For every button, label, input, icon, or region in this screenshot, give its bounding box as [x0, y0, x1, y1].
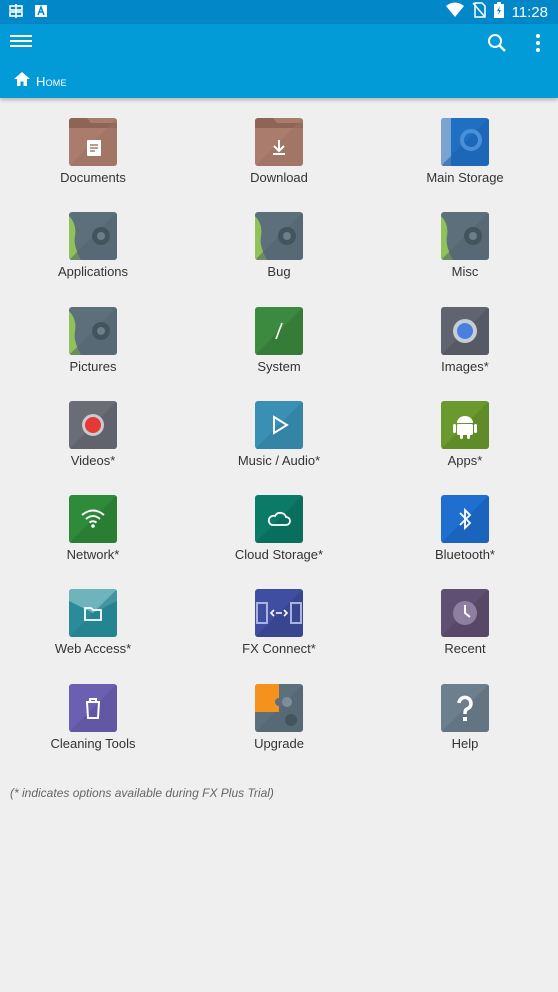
system-icon	[255, 306, 303, 355]
tile-label: Pictures	[69, 358, 117, 374]
tile-label: Images*	[441, 358, 489, 374]
pictures-icon	[69, 306, 117, 355]
tile-label: Main Storage	[426, 170, 504, 185]
tile-label: Help	[451, 735, 479, 751]
tile-label: Cleaning Tools	[50, 735, 136, 751]
tile-label: System	[257, 358, 301, 374]
tile-label: Apps*	[447, 452, 483, 468]
recent-clock-icon	[441, 589, 489, 638]
trash-icon	[69, 683, 117, 732]
cloud-storage-icon	[255, 495, 303, 544]
tile-videos[interactable]: Videos*	[0, 381, 186, 475]
search-icon[interactable]	[486, 32, 508, 54]
main-storage-icon	[441, 118, 489, 166]
help-icon	[441, 683, 489, 732]
network-wifi-icon	[69, 495, 117, 544]
bug-icon	[255, 212, 303, 261]
status-time: 11:28	[511, 3, 548, 21]
upgrade-puzzle-icon	[255, 683, 303, 732]
videos-icon	[69, 400, 117, 449]
status-left	[8, 3, 48, 24]
bluetooth-icon	[441, 495, 489, 544]
download-folder-icon	[255, 118, 303, 166]
applications-icon	[69, 212, 117, 261]
tile-music-audio[interactable]: Music / Audio*	[186, 381, 372, 475]
tile-fx-connect[interactable]: FX Connect*	[186, 569, 372, 663]
documents-folder-icon	[69, 118, 117, 166]
tile-label: Web Access*	[54, 641, 132, 657]
music-audio-icon	[255, 400, 303, 449]
tile-label: Music / Audio*	[237, 452, 321, 468]
tile-label: Download	[250, 170, 308, 185]
more-options-icon[interactable]	[532, 32, 544, 54]
tile-network[interactable]: Network*	[0, 475, 186, 569]
menu-icon[interactable]	[10, 32, 32, 54]
tile-cloud-storage[interactable]: Cloud Storage*	[186, 475, 372, 569]
apps-android-icon	[441, 400, 489, 449]
notification-a-icon	[34, 4, 48, 23]
tile-label: Upgrade	[254, 735, 304, 751]
app-bar: Home	[0, 24, 558, 98]
tile-pictures[interactable]: Pictures	[0, 287, 186, 381]
trial-footnote: (* indicates options available during FX…	[10, 786, 274, 800]
tile-label: FX Connect*	[242, 641, 316, 657]
tile-help[interactable]: Help	[372, 664, 558, 758]
status-bar: 11:28	[0, 0, 558, 24]
tile-upgrade[interactable]: Upgrade	[186, 664, 372, 758]
status-right: 11:28	[445, 2, 548, 22]
tile-label: Applications	[57, 264, 129, 280]
breadcrumb-home[interactable]: Home	[14, 72, 67, 91]
tile-documents[interactable]: Documents	[0, 98, 186, 192]
tile-label: Network*	[66, 547, 120, 563]
wifi-icon	[445, 2, 464, 22]
tile-bug[interactable]: Bug	[186, 192, 372, 286]
battery-icon	[493, 2, 504, 22]
tile-web-access[interactable]: Web Access*	[0, 569, 186, 663]
tile-images[interactable]: Images*	[372, 287, 558, 381]
tile-label: Bluetooth*	[435, 547, 495, 563]
tile-misc[interactable]: Misc	[372, 192, 558, 286]
breadcrumb-label: Home	[36, 74, 67, 89]
tile-system[interactable]: System	[186, 287, 372, 381]
tile-recent[interactable]: Recent	[372, 569, 558, 663]
web-access-icon	[69, 589, 117, 638]
images-icon	[441, 306, 489, 355]
tile-label: Misc	[451, 264, 479, 280]
notification-app-icon	[8, 3, 24, 24]
tile-label: Cloud Storage*	[234, 547, 324, 563]
misc-icon	[441, 212, 489, 261]
tile-cleaning-tools[interactable]: Cleaning Tools	[0, 664, 186, 758]
home-icon	[14, 72, 30, 91]
tile-applications[interactable]: Applications	[0, 192, 186, 286]
fx-connect-icon	[255, 589, 303, 638]
tile-main-storage[interactable]: Main Storage	[372, 98, 558, 192]
tile-label: Recent	[444, 641, 486, 657]
tile-label: Documents	[60, 170, 126, 185]
tile-apps[interactable]: Apps*	[372, 381, 558, 475]
tile-bluetooth[interactable]: Bluetooth*	[372, 475, 558, 569]
location-grid: Documents Download Main Storage Applicat…	[0, 98, 558, 758]
no-sim-icon	[471, 2, 486, 22]
tile-label: Bug	[267, 264, 291, 280]
tile-label: Videos*	[70, 452, 116, 468]
tile-download[interactable]: Download	[186, 98, 372, 192]
